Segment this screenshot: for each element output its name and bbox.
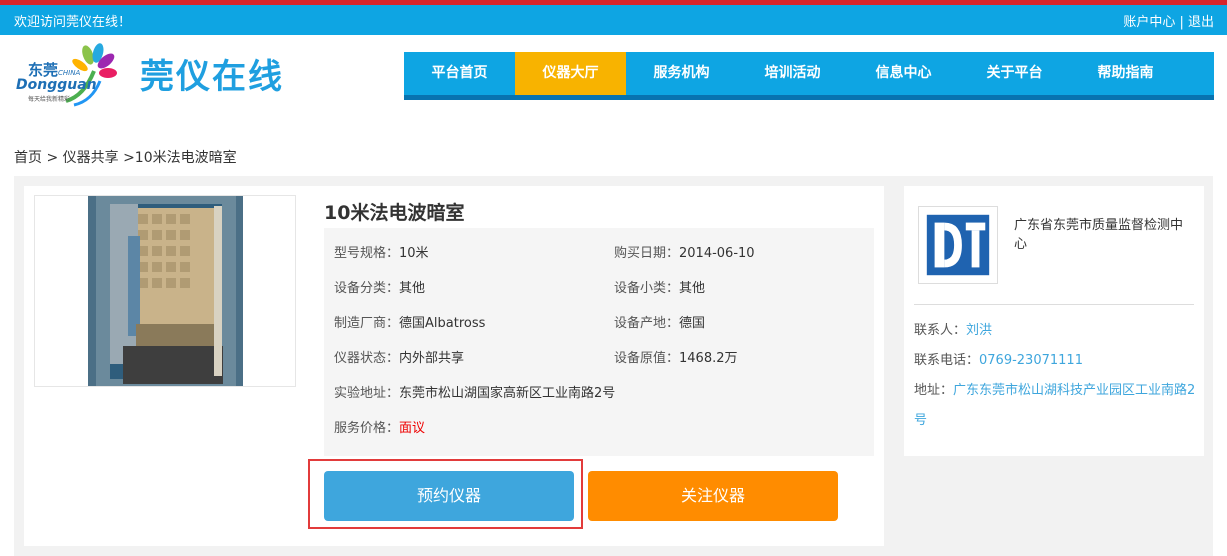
spec-lab-address: 实验地址：东莞市松山湖国家高新区工业南路2号 xyxy=(334,386,616,401)
contact-person-link[interactable]: 刘洪 xyxy=(966,323,992,338)
dongguan-logo[interactable]: 东莞 CHINA Dongguan 每天给我新精彩 xyxy=(14,41,126,111)
dqt-logo[interactable]: DQT xyxy=(918,206,998,284)
instrument-title: 10米法电波暗室 xyxy=(324,202,465,224)
nav-item-home[interactable]: 平台首页 xyxy=(404,52,515,95)
svg-text:DQT: DQT xyxy=(958,280,961,282)
account-center-link[interactable]: 账户中心 xyxy=(1123,15,1175,30)
side-divider xyxy=(914,304,1194,305)
svg-text:Dongguan: Dongguan xyxy=(16,77,97,93)
spec-category: 设备分类：其他 xyxy=(334,281,426,296)
spec-origin: 设备产地：德国 xyxy=(614,316,706,331)
book-instrument-button[interactable]: 预约仪器 xyxy=(324,471,574,521)
nav-item-service-orgs[interactable]: 服务机构 xyxy=(626,52,737,95)
nav-item-training[interactable]: 培训活动 xyxy=(737,52,848,95)
spec-service-price: 服务价格：面议 xyxy=(334,421,426,436)
contact-address: 地址：广东东莞市松山湖科技产业园区工业南路2号 xyxy=(914,383,1196,428)
contact-phone-link[interactable]: 0769-23071111 xyxy=(979,353,1083,368)
nav-item-info-center[interactable]: 信息中心 xyxy=(848,52,959,95)
breadcrumb[interactable]: 首页 > 仪器共享 >10米法电波暗室 xyxy=(14,147,237,167)
contact-address-link[interactable]: 广东东莞市松山湖科技产业园区工业南路2号 xyxy=(914,383,1195,428)
svg-text:CHINA: CHINA xyxy=(58,69,80,77)
svg-text:每天给我新精彩: 每天给我新精彩 xyxy=(28,95,70,103)
instrument-photo xyxy=(34,195,296,387)
contact-phone: 联系电话：0769-23071111 xyxy=(914,353,1083,368)
spec-purchase-date: 购买日期：2014-06-10 xyxy=(614,246,755,261)
nav-item-about[interactable]: 关于平台 xyxy=(959,52,1070,95)
organization-name[interactable]: 广东省东莞市质量监督检测中心 xyxy=(1014,216,1194,254)
logout-link[interactable]: 退出 xyxy=(1188,15,1214,30)
spec-manufacturer: 制造厂商：德国Albatross xyxy=(334,316,486,331)
spec-status: 仪器状态：内外部共享 xyxy=(334,351,465,366)
spec-subcategory: 设备小类：其他 xyxy=(614,281,706,296)
main-nav: 平台首页 仪器大厅 服务机构 培训活动 信息中心 关于平台 帮助指南 xyxy=(404,52,1214,100)
nav-item-instrument-hall[interactable]: 仪器大厅 xyxy=(515,52,626,95)
nav-item-help[interactable]: 帮助指南 xyxy=(1070,52,1181,95)
spec-original-value: 设备原值：1468.2万 xyxy=(614,351,738,366)
instrument-specs: 型号规格：10米 购买日期：2014-06-10 设备分类：其他 设备小类：其他… xyxy=(324,228,874,456)
welcome-text: 欢迎访问莞仪在线！ xyxy=(14,15,132,30)
anechoic-chamber-image xyxy=(88,196,243,386)
top-bar: 欢迎访问莞仪在线！ 账户中心 | 退出 xyxy=(0,5,1227,35)
spec-model: 型号规格：10米 xyxy=(334,246,429,261)
account-separator: | xyxy=(1175,15,1188,30)
site-title: 莞仪在线 xyxy=(140,57,284,97)
contact-person: 联系人：刘洪 xyxy=(914,323,993,338)
account-links: 账户中心 | 退出 xyxy=(1123,11,1214,30)
header: 东莞 CHINA Dongguan 每天给我新精彩 莞仪在线 平台首页 仪器大厅… xyxy=(0,35,1227,115)
follow-instrument-button[interactable]: 关注仪器 xyxy=(588,471,838,521)
